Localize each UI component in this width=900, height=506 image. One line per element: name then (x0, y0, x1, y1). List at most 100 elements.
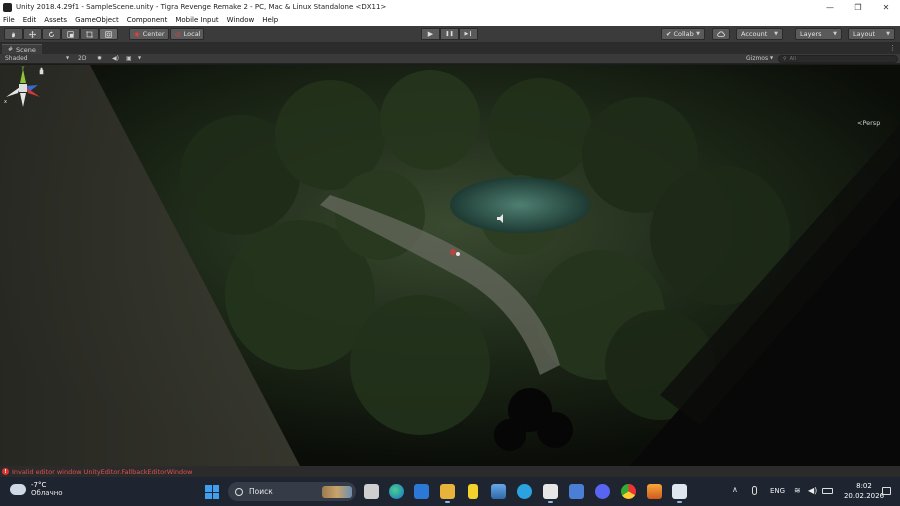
battery-icon[interactable] (822, 488, 833, 494)
window-title: Unity 2018.4.29f1 - SampleScene.unity - … (16, 3, 387, 11)
pinned-app-orange-icon[interactable] (647, 484, 662, 499)
status-bar[interactable]: ! Invalid editor window UnityEditor.Fall… (0, 466, 900, 477)
taskbar-search-box[interactable]: Поиск (228, 482, 356, 501)
unity-editor-icon[interactable] (672, 484, 687, 503)
layers-dropdown[interactable]: Layers ▼ (795, 28, 842, 40)
weather-widget[interactable]: -7°C Облачно (10, 481, 63, 497)
discord-icon[interactable] (595, 484, 610, 499)
clock-time[interactable]: 8:02 (842, 482, 886, 490)
gizmo-lock-icon[interactable] (39, 67, 44, 75)
gizmo-x-label: x (4, 99, 7, 105)
layers-caret-icon: ▼ (833, 31, 837, 37)
menu-file[interactable]: File (3, 16, 15, 24)
hand-tool-button[interactable] (4, 28, 23, 40)
close-button[interactable]: ✕ (872, 0, 900, 14)
hand-icon (12, 31, 15, 37)
weather-condition: Облачно (31, 489, 63, 497)
window-titlebar: Unity 2018.4.29f1 - SampleScene.unity - … (0, 0, 900, 14)
shading-mode-dropdown[interactable]: Shaded (5, 55, 28, 62)
grid-icon: # (8, 46, 14, 53)
projection-label[interactable]: <Persp (857, 119, 880, 127)
lighting-toggle-icon[interactable]: ✹ (97, 55, 102, 62)
telegram-icon[interactable] (517, 484, 532, 499)
scale-tool-button[interactable] (61, 28, 80, 40)
menu-help[interactable]: Help (262, 16, 278, 24)
microphone-icon[interactable] (752, 486, 757, 495)
rect-tool-icon (86, 30, 93, 38)
tab-scene[interactable]: # Scene (2, 44, 42, 54)
gizmo-center-cube[interactable] (19, 84, 27, 92)
scene-orientation-gizmo[interactable]: y x (0, 65, 46, 111)
gizmo-y-axis[interactable] (20, 69, 26, 83)
transform-icon (105, 30, 112, 38)
weather-temperature: -7°C (31, 481, 47, 489)
start-button[interactable] (205, 485, 219, 499)
player-character (450, 249, 456, 255)
step-button[interactable]: ▶❙ (459, 28, 478, 40)
taskbar-search-label: Поиск (249, 487, 273, 496)
gizmo-y-label: y (22, 65, 25, 71)
tab-menu-icon[interactable]: ⋮ (889, 44, 896, 52)
input-language[interactable]: ENG (770, 487, 785, 495)
rect-tool-button[interactable] (80, 28, 99, 40)
pause-button[interactable]: ❚❚ (440, 28, 459, 40)
file-explorer-icon[interactable] (440, 484, 455, 503)
menu-gameobject[interactable]: GameObject (75, 16, 119, 24)
layout-dropdown[interactable]: Layout ▼ (848, 28, 895, 40)
cloud-services-button[interactable] (712, 28, 730, 40)
pinned-app-yellow-icon[interactable] (468, 484, 478, 499)
wifi-icon[interactable]: ≋ (794, 486, 801, 495)
window-controls: — ❐ ✕ (816, 0, 900, 14)
effects-caret-icon: ▼ (138, 55, 142, 60)
pivot-space-toggle[interactable]: ◎ Local (170, 28, 204, 40)
gizmo-y-neg-axis[interactable] (20, 93, 26, 107)
unity-hub-icon[interactable] (543, 484, 558, 503)
cloud-icon (717, 31, 725, 37)
gizmos-dropdown[interactable]: Gizmos (746, 55, 768, 62)
scale-icon (67, 30, 74, 38)
scene-control-bar: Shaded ▼ 2D ✹ ◀) ▣ ▼ Gizmos ▼ ⚲ All (0, 54, 900, 64)
minimize-button[interactable]: — (816, 0, 844, 14)
microsoft-store-icon[interactable] (414, 484, 429, 499)
rotate-icon (48, 30, 55, 37)
task-view-icon[interactable] (364, 484, 379, 499)
collab-dropdown[interactable]: ✔ Collab ▼ (661, 28, 705, 40)
audio-toggle-icon[interactable]: ◀) (112, 55, 119, 62)
move-tool-button[interactable] (23, 28, 42, 40)
rotate-tool-button[interactable] (42, 28, 61, 40)
2d-toggle[interactable]: 2D (78, 55, 86, 62)
scene-search-input[interactable]: ⚲ All (778, 55, 898, 63)
menu-window[interactable]: Window (227, 16, 255, 24)
chevron-up-icon[interactable]: ∧ (732, 485, 738, 494)
gizmos-caret-icon: ▼ (770, 55, 774, 60)
windows-logo-icon (205, 485, 212, 492)
collab-icon: ✔ (666, 30, 672, 38)
console-error-message[interactable]: Invalid editor window UnityEditor.Fallba… (12, 468, 192, 476)
scene-viewport[interactable]: y x <Persp (0, 65, 900, 466)
edge-browser-icon[interactable] (389, 484, 404, 499)
transform-tool-button[interactable] (99, 28, 118, 40)
menu-component[interactable]: Component (127, 16, 168, 24)
volume-icon[interactable]: ◀) (808, 486, 817, 495)
menu-mobile-input[interactable]: Mobile Input (175, 16, 218, 24)
move-icon (29, 30, 36, 38)
maximize-button[interactable]: ❐ (844, 0, 872, 14)
menu-edit[interactable]: Edit (23, 16, 37, 24)
gizmo-x-neg-axis[interactable] (6, 87, 20, 97)
pinned-app-blue-icon[interactable] (569, 484, 584, 499)
pivot-icon: ◉ (134, 30, 140, 38)
effects-toggle-icon[interactable]: ▣ (126, 55, 132, 62)
system-tray: ∧ ENG ≋ ◀) 8:02 20.02.2026 (730, 477, 900, 506)
account-dropdown[interactable]: Account ▼ (736, 28, 783, 40)
photos-app-icon[interactable] (491, 484, 506, 499)
chrome-icon[interactable] (621, 484, 636, 499)
notification-icon[interactable] (882, 487, 891, 495)
menu-assets[interactable]: Assets (44, 16, 67, 24)
pivot-mode-toggle[interactable]: ◉ Center (129, 28, 169, 40)
account-caret-icon: ▼ (774, 31, 778, 37)
windows-logo-pane (212, 485, 219, 492)
windows-taskbar: -7°C Облачно Поиск ∧ ENG ≋ ◀) 8:02 20.02… (0, 477, 900, 506)
error-icon: ! (2, 468, 9, 475)
collab-label: Collab (673, 30, 694, 38)
play-button[interactable]: ▶ (421, 28, 440, 40)
